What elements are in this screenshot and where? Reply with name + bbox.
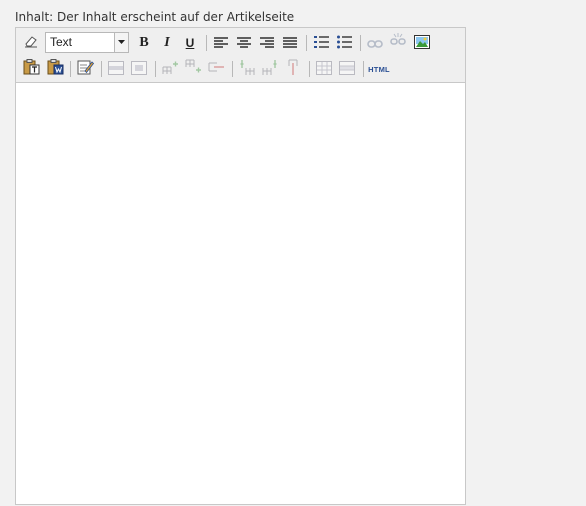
underline-label: U <box>185 36 195 50</box>
delete-col-button[interactable] <box>283 59 303 79</box>
link-button[interactable] <box>365 33 385 53</box>
paste-word-icon <box>47 59 64 79</box>
html-source-button[interactable]: HTML <box>367 59 391 79</box>
bold-label: B <box>139 35 149 50</box>
align-left-button[interactable] <box>211 33 231 53</box>
paste-word-button[interactable] <box>45 59 65 79</box>
eraser-button[interactable] <box>21 33 41 53</box>
align-justify-icon <box>283 34 297 53</box>
edit-button[interactable] <box>75 59 95 79</box>
toolbar-row-2: HTML <box>16 57 465 81</box>
align-left-icon <box>214 34 228 53</box>
toolbar-separator <box>70 61 71 77</box>
link-icon <box>367 34 383 53</box>
table-row-props-icon <box>108 60 124 79</box>
unlink-icon <box>390 33 406 53</box>
paste-text-button[interactable] <box>21 59 41 79</box>
toolbar-separator <box>206 35 207 51</box>
content-field-label: Inhalt: Der Inhalt erscheint auf der Art… <box>15 10 295 24</box>
insert-col-before-button[interactable] <box>237 59 257 79</box>
insert-row-after-icon <box>185 59 202 79</box>
format-select-value: Text <box>50 35 73 49</box>
unordered-list-icon <box>336 34 352 53</box>
align-justify-button[interactable] <box>280 33 300 53</box>
chevron-down-icon <box>114 33 128 52</box>
edit-icon <box>77 59 94 79</box>
delete-row-icon <box>208 59 225 79</box>
editor-content-area[interactable] <box>16 83 465 504</box>
insert-row-before-icon <box>162 59 179 79</box>
ordered-list-icon <box>313 34 329 53</box>
toolbar-separator <box>306 35 307 51</box>
unlink-button[interactable] <box>388 33 408 53</box>
insert-image-button[interactable] <box>412 33 432 53</box>
eraser-icon <box>23 33 39 53</box>
editor-resize-edge <box>16 504 465 505</box>
italic-label: I <box>164 35 170 50</box>
toolbar-separator <box>101 61 102 77</box>
align-center-icon <box>237 34 251 53</box>
align-center-button[interactable] <box>234 33 254 53</box>
merge-cells-button[interactable] <box>337 59 357 79</box>
ordered-list-button[interactable] <box>311 33 331 53</box>
toolbar-separator <box>232 61 233 77</box>
insert-col-after-button[interactable] <box>260 59 280 79</box>
insert-row-after-button[interactable] <box>183 59 203 79</box>
html-source-label: HTML <box>368 64 390 74</box>
delete-col-icon <box>285 59 302 79</box>
align-right-button[interactable] <box>257 33 277 53</box>
toolbar-separator <box>155 61 156 77</box>
editor-toolbar: Text B I U HTML <box>16 28 465 83</box>
split-cells-icon <box>316 60 332 79</box>
delete-row-button[interactable] <box>206 59 226 79</box>
insert-col-before-icon <box>239 59 256 79</box>
table-row-props-button[interactable] <box>106 59 126 79</box>
unordered-list-button[interactable] <box>334 33 354 53</box>
table-cell-props-button[interactable] <box>129 59 149 79</box>
toolbar-separator <box>309 61 310 77</box>
toolbar-separator <box>360 35 361 51</box>
paste-text-icon <box>23 59 40 79</box>
toolbar-separator <box>363 61 364 77</box>
merge-cells-icon <box>339 60 355 79</box>
align-right-icon <box>260 34 274 53</box>
rich-text-editor: Text B I U HTML <box>15 27 466 505</box>
format-select[interactable]: Text <box>45 32 129 53</box>
insert-row-before-button[interactable] <box>160 59 180 79</box>
insert-col-after-icon <box>262 59 279 79</box>
split-cells-button[interactable] <box>314 59 334 79</box>
image-icon <box>414 34 430 53</box>
toolbar-row-1: Text B I U <box>16 31 465 55</box>
italic-button[interactable]: I <box>157 33 177 53</box>
table-cell-props-icon <box>131 60 147 79</box>
bold-button[interactable]: B <box>134 33 154 53</box>
underline-button[interactable]: U <box>180 33 200 53</box>
